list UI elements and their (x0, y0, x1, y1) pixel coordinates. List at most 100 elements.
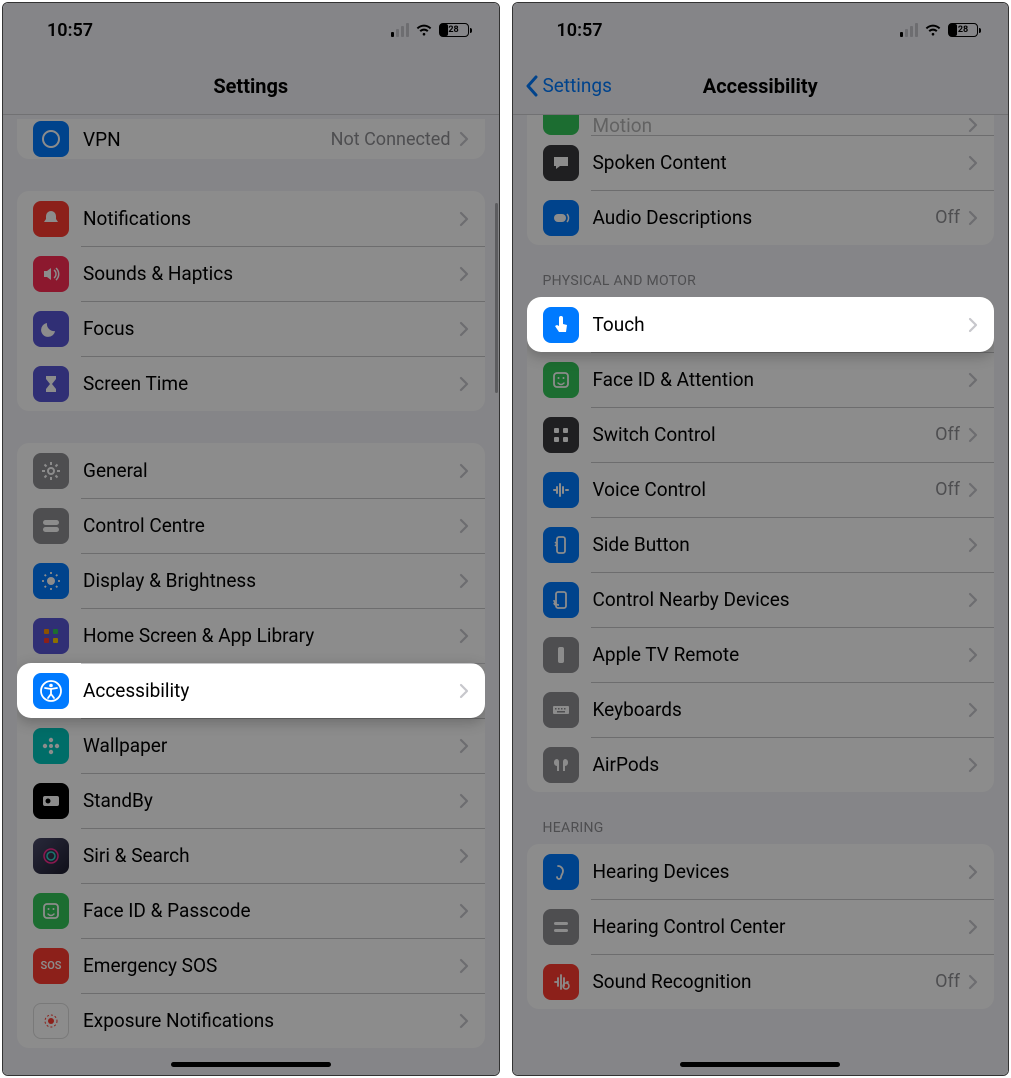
row-vpn[interactable]: VPN Not Connected (17, 119, 485, 159)
row-faceid[interactable]: Face ID & Passcode (17, 883, 485, 938)
row-controlcenter[interactable]: Control Centre (17, 498, 485, 553)
touch-icon (543, 307, 579, 343)
chevron-right-icon (968, 155, 978, 171)
nav-title: Accessibility (703, 74, 818, 98)
chevron-right-icon (968, 537, 978, 553)
scroll-indicator[interactable] (495, 203, 498, 393)
group-general: General Control Centre Display & Brightn… (17, 443, 485, 1048)
battery-icon: 28 (948, 23, 978, 37)
chevron-right-icon (968, 317, 978, 333)
group-partial: VPN Not Connected (17, 119, 485, 159)
row-screentime[interactable]: Screen Time (17, 356, 485, 411)
chevron-right-icon (968, 592, 978, 608)
home-indicator[interactable] (680, 1062, 840, 1067)
row-touch[interactable]: Touch (527, 297, 995, 352)
row-hearing-cc[interactable]: Hearing Control Center (527, 899, 995, 954)
status-time: 10:57 (557, 20, 603, 41)
row-sos[interactable]: SOS Emergency SOS (17, 938, 485, 993)
row-label: Motion (593, 115, 969, 137)
row-focus[interactable]: Focus (17, 301, 485, 356)
back-button[interactable]: Settings (525, 74, 612, 97)
status-bar: 10:57 28 (513, 3, 1009, 57)
phone-accessibility: 10:57 28 Settings Accessibility Motion (512, 2, 1010, 1076)
row-label: Sound Recognition (593, 970, 936, 993)
row-detail: Not Connected (331, 129, 451, 150)
wifi-icon (924, 23, 942, 37)
ear-icon (543, 854, 579, 890)
row-nearby-devices[interactable]: Control Nearby Devices (527, 572, 995, 627)
row-voice-control[interactable]: Voice Control Off (527, 462, 995, 517)
row-label: Voice Control (593, 478, 936, 501)
motion-icon (543, 115, 579, 135)
chevron-right-icon (459, 958, 469, 974)
group-physical: Touch Face ID & Attention Switch Control… (527, 297, 995, 792)
back-label: Settings (543, 74, 612, 97)
row-sounds[interactable]: Sounds & Haptics (17, 246, 485, 301)
row-keyboards[interactable]: Keyboards (527, 682, 995, 737)
side-button-icon (543, 527, 579, 563)
cell-signal-icon (391, 23, 409, 37)
row-airpods[interactable]: AirPods (527, 737, 995, 792)
row-homescreen[interactable]: Home Screen & App Library (17, 608, 485, 663)
row-label: Home Screen & App Library (83, 624, 459, 647)
chevron-right-icon (459, 518, 469, 534)
chevron-right-icon (459, 266, 469, 282)
chevron-right-icon (459, 1013, 469, 1029)
voice-icon (543, 472, 579, 508)
row-notifications[interactable]: Notifications (17, 191, 485, 246)
row-siri[interactable]: Siri & Search (17, 828, 485, 883)
row-general[interactable]: General (17, 443, 485, 498)
row-exposure[interactable]: Exposure Notifications (17, 993, 485, 1048)
sun-icon (33, 563, 69, 599)
chevron-right-icon (459, 738, 469, 754)
wifi-icon (415, 23, 433, 37)
row-hearing-devices[interactable]: Hearing Devices (527, 844, 995, 899)
row-label: Emergency SOS (83, 954, 459, 977)
row-appletv-remote[interactable]: Apple TV Remote (527, 627, 995, 682)
row-label: Focus (83, 317, 459, 340)
settings-content[interactable]: VPN Not Connected Notifications Sounds &… (3, 115, 499, 1075)
chevron-right-icon (459, 793, 469, 809)
row-accessibility[interactable]: Accessibility (17, 663, 485, 718)
row-motion[interactable]: Motion (527, 115, 995, 135)
row-label: VPN (83, 128, 331, 151)
row-faceid-attention[interactable]: Face ID & Attention (527, 352, 995, 407)
row-label: Wallpaper (83, 734, 459, 757)
row-spoken-content[interactable]: Spoken Content (527, 135, 995, 190)
row-side-button[interactable]: Side Button (527, 517, 995, 572)
row-switch-control[interactable]: Switch Control Off (527, 407, 995, 462)
row-label: Hearing Devices (593, 860, 969, 883)
row-detail: Off (935, 971, 960, 992)
row-wallpaper[interactable]: Wallpaper (17, 718, 485, 773)
speaker-icon (33, 256, 69, 292)
row-label: Exposure Notifications (83, 1009, 459, 1032)
row-audio-descriptions[interactable]: Audio Descriptions Off (527, 190, 995, 245)
status-time: 10:57 (47, 20, 93, 41)
home-indicator[interactable] (171, 1062, 331, 1067)
chevron-right-icon (459, 376, 469, 392)
row-standby[interactable]: StandBy (17, 773, 485, 828)
row-label: Accessibility (83, 679, 459, 702)
row-label: Keyboards (593, 698, 969, 721)
bell-icon (33, 201, 69, 237)
audio-desc-icon (543, 200, 579, 236)
standby-icon (33, 783, 69, 819)
row-label: Side Button (593, 533, 969, 556)
row-label: Sounds & Haptics (83, 262, 459, 285)
row-sound-recognition[interactable]: Sound Recognition Off (527, 954, 995, 1009)
grid-icon (33, 618, 69, 654)
chevron-right-icon (968, 482, 978, 498)
chevron-right-icon (459, 903, 469, 919)
phone-settings: 10:57 28 Settings VPN Not Connected (2, 2, 500, 1076)
chevron-right-icon (968, 647, 978, 663)
speech-bubble-icon (543, 145, 579, 181)
row-label: General (83, 459, 459, 482)
row-detail: Off (935, 207, 960, 228)
chevron-right-icon (968, 864, 978, 880)
row-display[interactable]: Display & Brightness (17, 553, 485, 608)
remote-icon (543, 637, 579, 673)
accessibility-content[interactable]: Motion Spoken Content Audio Descriptions… (513, 115, 1009, 1075)
row-label: AirPods (593, 753, 969, 776)
chevron-right-icon (459, 573, 469, 589)
toggle-icon (33, 508, 69, 544)
